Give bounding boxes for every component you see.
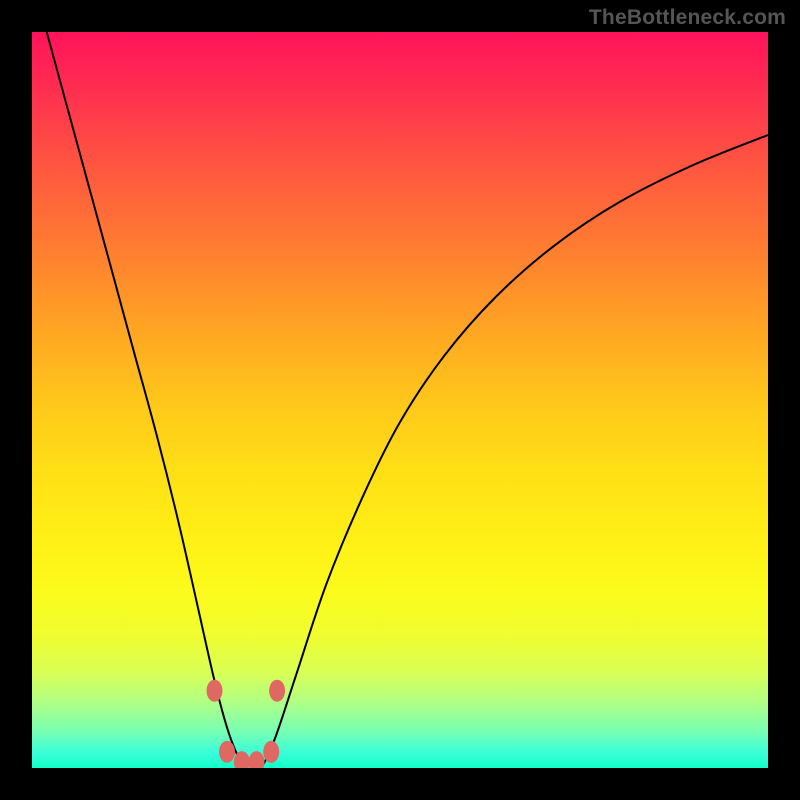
curve-marker xyxy=(219,741,235,763)
curve-marker xyxy=(263,741,279,763)
curve-marker xyxy=(269,680,285,702)
watermark-text: TheBottleneck.com xyxy=(589,6,786,30)
curve-marker xyxy=(249,751,265,768)
curve-markers xyxy=(207,680,286,768)
curve-marker xyxy=(207,680,223,702)
chart-frame: TheBottleneck.com xyxy=(0,0,800,800)
bottleneck-curve xyxy=(47,32,768,768)
chart-svg xyxy=(32,32,768,768)
plot-area xyxy=(32,32,768,768)
